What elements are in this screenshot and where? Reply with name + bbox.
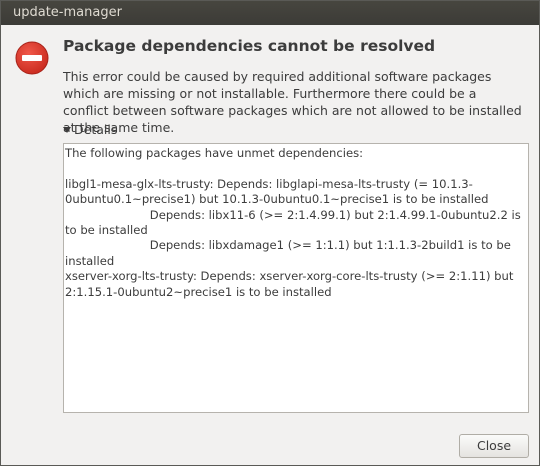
title-bar[interactable]: update-manager: [1, 1, 539, 25]
dialog-window: update-manager Package dependencies cann…: [0, 0, 540, 466]
details-text: The following packages have unmet depend…: [65, 146, 521, 299]
error-icon: [15, 41, 49, 75]
details-label: Details: [74, 122, 118, 137]
details-text-view[interactable]: The following packages have unmet depend…: [63, 143, 529, 413]
expander-arrow-icon: [63, 127, 71, 133]
dialog-heading: Package dependencies cannot be resolved: [63, 37, 436, 55]
details-expander[interactable]: Details: [63, 122, 117, 137]
dialog-message: This error could be caused by required a…: [63, 69, 522, 135]
window-title: update-manager: [13, 5, 122, 20]
close-button[interactable]: Close: [459, 434, 529, 458]
